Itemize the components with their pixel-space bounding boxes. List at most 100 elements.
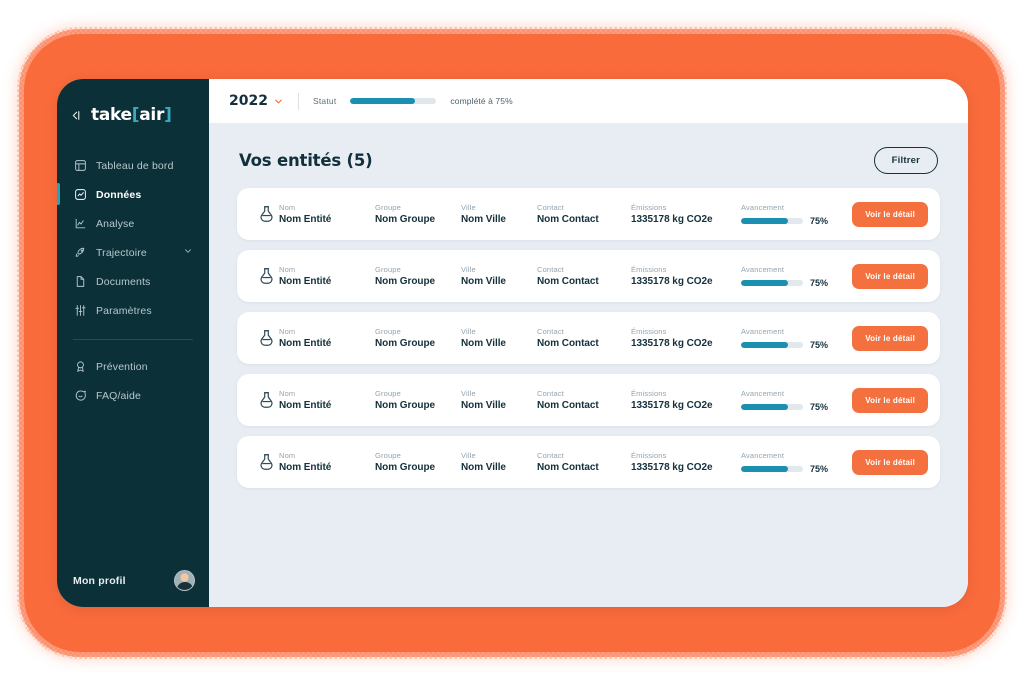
collapse-left-icon[interactable] [69,109,82,122]
row-cells: Nom Nom Entité Groupe Nom Groupe Ville N… [279,389,852,412]
logo-prefix: take [91,105,132,125]
sidebar-item-donnees[interactable]: Données [57,180,209,209]
statut-label: Statut [312,96,337,106]
chevron-down-icon[interactable] [273,96,284,107]
avancement-line: 75% [741,278,845,288]
cell-value-contact: Nom Contact [537,338,599,349]
sidebar-item-analyse[interactable]: Analyse [57,209,209,238]
year-selector[interactable]: 2022 [229,93,284,109]
cell-value-ville: Nom Ville [461,462,506,473]
sidebar-item-tableau-de-bord[interactable]: Tableau de bord [57,151,209,180]
row-cells: Nom Nom Entité Groupe Nom Groupe Ville N… [279,203,852,226]
view-detail-button[interactable]: Voir le détail [852,201,928,227]
flask-icon [253,267,279,286]
cell-contact: Contact Nom Contact [537,265,631,287]
chevron-down-icon[interactable] [183,246,193,259]
column-label-groupe: Groupe [375,389,401,398]
brand-header: take[air] [57,79,209,131]
cell-ville: Ville Nom Ville [461,265,537,287]
profile-label: Mon profil [73,574,126,587]
flask-icon [253,329,279,348]
sidebar-item-label: Trajectoire [96,246,147,259]
logo-bracket-close: ] [164,105,172,125]
view-detail-button[interactable]: Voir le détail [852,325,928,351]
sidebar-item-documents[interactable]: Documents [57,267,209,296]
sidebar-item-faq-aide[interactable]: FAQ/aide [57,381,209,410]
avancement-percent: 75% [810,463,829,474]
cell-value-groupe: Nom Groupe [375,276,436,287]
flask-icon [253,453,279,472]
cell-nom: Nom Nom Entité [279,451,375,473]
sidebar-item-prevention[interactable]: Prévention [57,352,209,381]
column-label-ville: Ville [461,451,476,460]
column-label-avancement: Avancement [741,326,785,336]
cell-ville: Ville Nom Ville [461,203,537,225]
cell-value-groupe: Nom Groupe [375,462,436,473]
sidebar-item-trajectoire[interactable]: Trajectoire [57,238,209,267]
sidebar-item-label: Analyse [96,217,135,230]
cell-emissions: Émissions 1335178 kg CO2e [631,389,741,411]
statut-progress-text: complété à 75% [450,96,513,106]
column-label-contact: Contact [537,389,564,398]
app-logo[interactable]: take[air] [91,105,172,125]
logo-middle: air [139,105,165,125]
column-label-groupe: Groupe [375,327,401,336]
cell-groupe: Groupe Nom Groupe [375,389,461,411]
cell-value-groupe: Nom Groupe [375,338,436,349]
cell-groupe: Groupe Nom Groupe [375,265,461,287]
table-row[interactable]: Nom Nom Entité Groupe Nom Groupe Ville N… [237,436,940,488]
data-chart-icon [73,188,87,202]
column-label-nom: Nom [279,327,296,336]
sidebar-item-parametres[interactable]: Paramètres [57,296,209,325]
sidebar-divider [73,339,193,340]
sidebar-item-label: Prévention [96,360,148,373]
topbar: 2022 Statut complété à 75% [209,79,968,123]
column-label-avancement: Avancement [741,388,785,398]
year-value: 2022 [229,93,268,109]
avancement-percent: 75% [810,339,829,350]
column-label-nom: Nom [279,389,296,398]
column-label-contact: Contact [537,327,564,336]
document-icon [73,275,87,289]
view-detail-button[interactable]: Voir le détail [852,449,928,475]
column-label-emissions: Émissions [631,203,667,212]
sidebar-item-label: FAQ/aide [96,389,141,402]
analysis-chart-icon [73,217,87,231]
profile-footer[interactable]: Mon profil [57,570,209,607]
avancement-progress-bar [741,403,803,410]
view-detail-button[interactable]: Voir le détail [852,387,928,413]
flask-icon [253,391,279,410]
view-detail-button[interactable]: Voir le détail [852,263,928,289]
avancement-line: 75% [741,464,845,474]
sidebar-item-label: Documents [96,275,151,288]
table-row[interactable]: Nom Nom Entité Groupe Nom Groupe Ville N… [237,374,940,426]
column-label-ville: Ville [461,265,476,274]
award-icon [73,360,87,374]
row-cells: Nom Nom Entité Groupe Nom Groupe Ville N… [279,265,852,288]
cell-value-groupe: Nom Groupe [375,400,436,411]
cell-emissions: Émissions 1335178 kg CO2e [631,265,741,287]
column-label-nom: Nom [279,203,296,212]
cell-nom: Nom Nom Entité [279,203,375,225]
avancement-progress-bar [741,279,803,286]
table-row[interactable]: Nom Nom Entité Groupe Nom Groupe Ville N… [237,188,940,240]
column-label-contact: Contact [537,451,564,460]
cell-value-emissions: 1335178 kg CO2e [631,276,713,287]
table-row[interactable]: Nom Nom Entité Groupe Nom Groupe Ville N… [237,250,940,302]
cell-value-emissions: 1335178 kg CO2e [631,462,713,473]
filter-button[interactable]: Filtrer [873,147,938,174]
sidebar: take[air] Tableau de bord Données Analys [57,79,209,607]
column-label-nom: Nom [279,451,296,460]
sliders-icon [73,304,87,318]
column-label-contact: Contact [537,265,564,274]
cell-ville: Ville Nom Ville [461,451,537,473]
cell-avancement: Avancement 75% [741,203,845,226]
avatar[interactable] [174,570,195,591]
table-row[interactable]: Nom Nom Entité Groupe Nom Groupe Ville N… [237,312,940,364]
column-label-ville: Ville [461,389,476,398]
row-cells: Nom Nom Entité Groupe Nom Groupe Ville N… [279,327,852,350]
cell-value-nom: Nom Entité [279,276,332,287]
content-header: Vos entités (5) Filtrer [237,141,940,188]
cell-groupe: Groupe Nom Groupe [375,327,461,349]
column-label-emissions: Émissions [631,451,667,460]
